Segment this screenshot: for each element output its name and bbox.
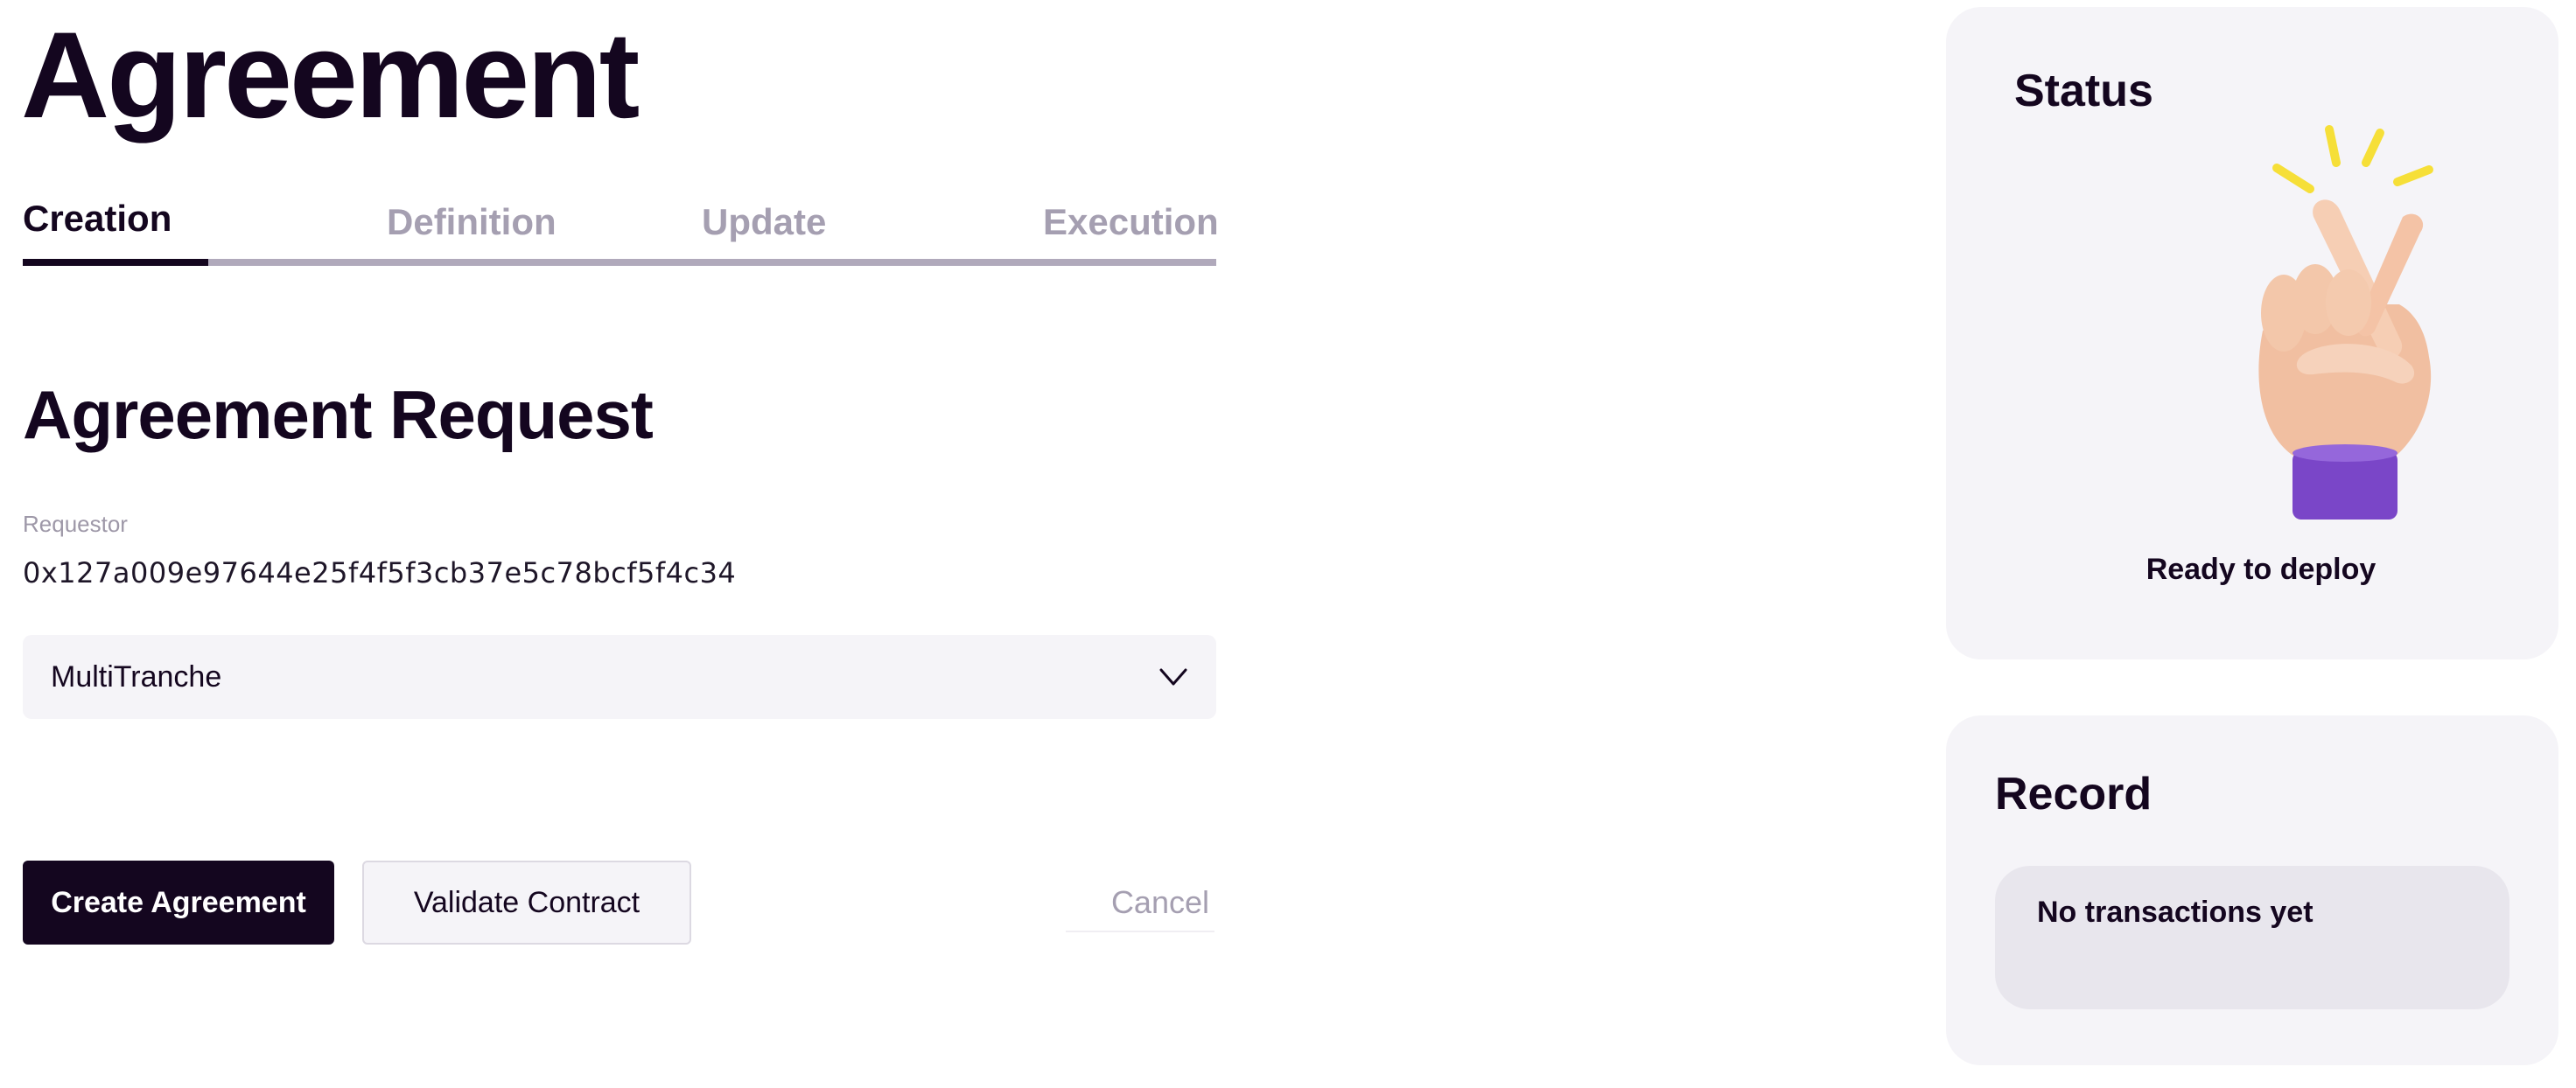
- transactions-empty-state: No transactions yet: [1995, 866, 2510, 1009]
- chevron-down-icon: [1159, 668, 1187, 686]
- cancel-button[interactable]: Cancel: [1066, 875, 1214, 932]
- requestor-address: 0x127a009e97644e25f4f5f3cb37e5c78bcf5f4c…: [23, 556, 737, 589]
- active-tab-indicator: [23, 259, 208, 266]
- tab-creation[interactable]: Creation: [23, 194, 172, 243]
- agreement-stage-tabs: Creation Definition Update Execution: [23, 198, 1219, 269]
- agreement-type-value: MultiTranche: [51, 659, 222, 694]
- create-agreement-button[interactable]: Create Agreement: [23, 861, 334, 945]
- empty-state-text: No transactions yet: [2037, 896, 2314, 929]
- agreement-type-select[interactable]: MultiTranche: [23, 635, 1216, 719]
- requestor-label: Requestor: [23, 511, 128, 537]
- validate-contract-button[interactable]: Validate Contract: [362, 861, 691, 945]
- record-card: Record No transactions yet: [1946, 715, 2558, 1065]
- page-title: Agreement: [21, 6, 640, 143]
- status-text: Ready to deploy: [2146, 553, 2376, 586]
- tab-definition[interactable]: Definition: [387, 198, 556, 247]
- status-card: Status Ready to deploy: [1946, 7, 2558, 659]
- tab-execution[interactable]: Execution: [1043, 198, 1219, 247]
- record-title: Record: [1995, 769, 2152, 819]
- tab-update[interactable]: Update: [702, 198, 826, 247]
- status-title: Status: [2014, 66, 2153, 116]
- section-title: Agreement Request: [23, 376, 654, 453]
- crossed-fingers-icon: [2258, 125, 2433, 520]
